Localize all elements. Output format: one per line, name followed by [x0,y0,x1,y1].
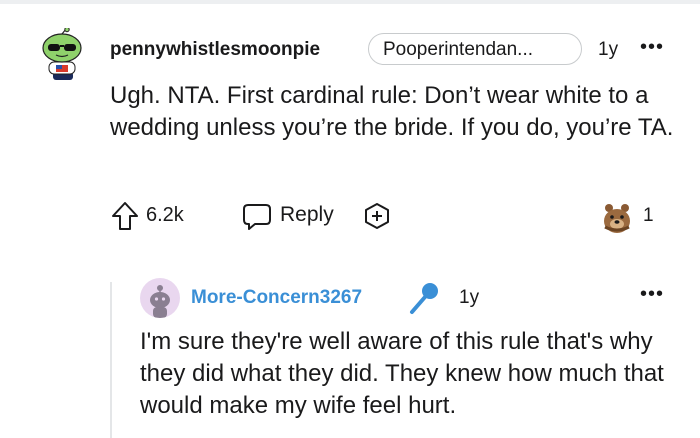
reply-user-avatar[interactable] [140,278,180,318]
award-count: 1 [643,205,654,226]
thread-line[interactable] [110,282,112,438]
reply-timestamp: 1y [459,287,480,308]
bear-award-icon[interactable] [602,202,632,234]
more-options-button[interactable]: ••• [640,36,664,59]
comment-body: Ugh. NTA. First cardinal rule: Don’t wea… [110,82,674,141]
user-flair: Pooperintendan... [368,33,582,65]
reply-more-options-button[interactable]: ••• [640,283,664,306]
top-divider [0,0,700,4]
op-microphone-icon [410,283,438,314]
comment-timestamp: 1y [598,39,619,60]
add-award-icon[interactable] [363,202,391,230]
reply-button[interactable]: Reply [280,203,334,227]
reply-username[interactable]: More-Concern3267 [191,287,362,309]
reply-icon[interactable] [242,202,272,230]
user-avatar[interactable] [36,28,88,84]
reply-body: I'm sure they're well aware of this rule… [140,328,664,419]
snoo-avatar-icon [150,285,170,318]
upvote-count: 6.2k [146,204,184,226]
comment-username[interactable]: pennywhistlesmoonpie [110,39,320,61]
upvote-icon[interactable] [110,200,140,232]
comment-actions: 6.2k Reply 1 [110,198,670,234]
